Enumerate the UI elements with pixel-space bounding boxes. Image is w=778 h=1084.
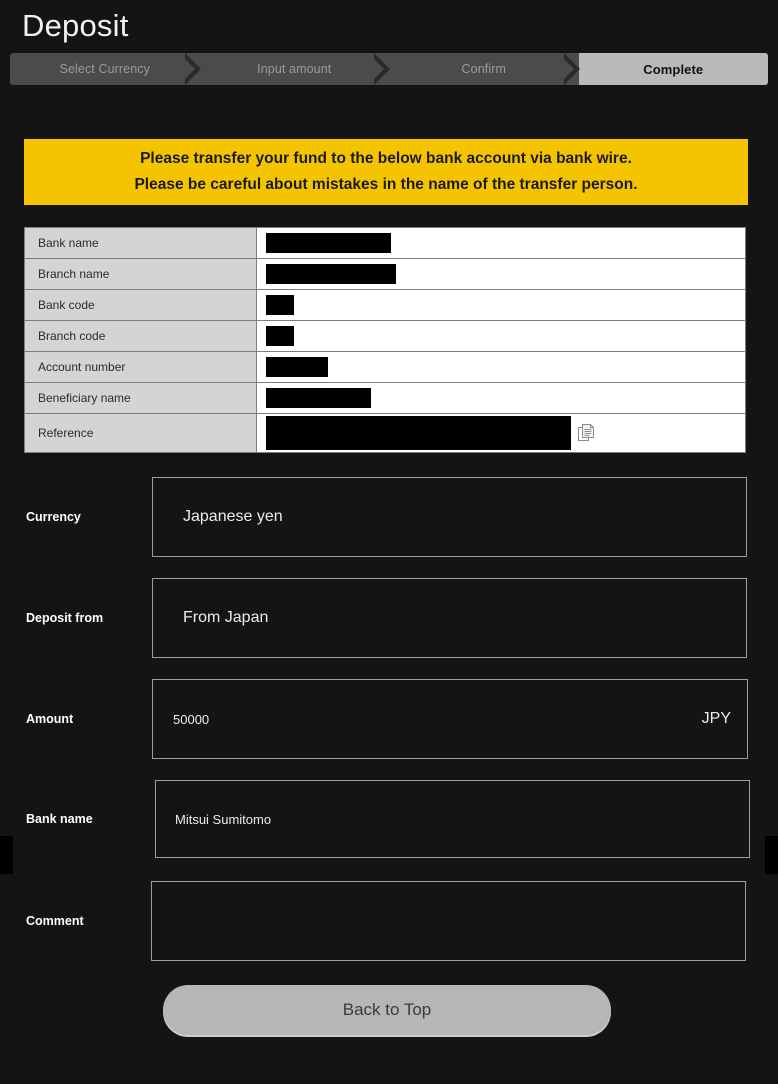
amount-currency-suffix: JPY (701, 710, 731, 727)
chevron-right-icon (184, 53, 201, 85)
amount-value: 50000 (173, 711, 210, 727)
beneficiary-name-value (256, 382, 746, 414)
deposit-from-value: From Japan (183, 609, 269, 626)
table-row: Branch code (24, 320, 746, 352)
bank-code-label: Bank code (24, 289, 257, 321)
amount-field[interactable]: 50000 JPY (152, 679, 748, 759)
beneficiary-name-label: Beneficiary name (24, 382, 257, 414)
currency-label: Currency (26, 510, 81, 524)
account-number-value (256, 351, 746, 383)
chevron-right-icon (563, 53, 580, 85)
deposit-from-field[interactable]: From Japan (152, 578, 747, 658)
notice-line-1: Please transfer your fund to the below b… (140, 150, 632, 167)
chevron-right-icon (374, 53, 390, 85)
step-label: Complete (643, 61, 704, 77)
amount-label: Amount (26, 712, 74, 726)
redacted-bar (266, 416, 571, 450)
currency-field[interactable]: Japanese yen (152, 477, 747, 557)
step-label: Confirm (461, 62, 506, 76)
redacted-bar (266, 388, 371, 408)
redacted-bar (266, 326, 294, 346)
branch-name-value (256, 258, 746, 290)
redacted-bar (266, 295, 294, 315)
table-row: Bank code (24, 289, 746, 321)
redacted-bar (266, 233, 391, 253)
back-to-top-button[interactable]: Back to Top (163, 985, 611, 1035)
field-row-currency: Currency Japanese yen (0, 477, 778, 557)
table-row: Beneficiary name (24, 382, 746, 414)
step-complete[interactable]: Complete (578, 53, 768, 85)
reference-label: Reference (24, 413, 257, 453)
field-row-amount: Amount 50000 JPY (0, 679, 778, 759)
redacted-bar-right-edge (765, 836, 778, 874)
bank-name-field[interactable]: Mitsui Sumitomo (155, 780, 750, 858)
step-input-amount[interactable]: Input amount (199, 53, 390, 85)
branch-name-label: Branch name (24, 258, 257, 290)
currency-value: Japanese yen (183, 508, 283, 525)
table-row: Account number (24, 351, 746, 383)
bank-code-value (256, 289, 746, 321)
bank-name-label: Bank name (24, 227, 257, 259)
field-row-bank-name: Bank name Mitsui Sumitomo (0, 780, 778, 858)
bank-name-value (256, 227, 746, 259)
step-select-currency[interactable]: Select Currency (10, 53, 201, 85)
page-title: Deposit (22, 8, 129, 43)
step-indicator: Select Currency Input amount Confirm Com… (10, 53, 768, 85)
field-row-comment: Comment (0, 881, 778, 961)
reference-value (256, 413, 746, 453)
transfer-notice-banner: Please transfer your fund to the below b… (24, 139, 748, 205)
branch-code-value (256, 320, 746, 352)
table-row: Branch name (24, 258, 746, 290)
branch-code-label: Branch code (24, 320, 257, 352)
account-number-label: Account number (24, 351, 257, 383)
redacted-bar (266, 357, 328, 377)
comment-field[interactable] (151, 881, 746, 961)
bank-name-field-value: Mitsui Sumitomo (175, 811, 272, 827)
redacted-bar (266, 264, 396, 284)
bank-details-table: Bank name Branch name Bank code Branch c… (24, 227, 746, 453)
step-confirm[interactable]: Confirm (389, 53, 580, 85)
table-row: Bank name (24, 227, 746, 259)
field-row-deposit-from: Deposit from From Japan (0, 578, 778, 658)
notice-line-2: Please be careful about mistakes in the … (134, 176, 638, 193)
table-row: Reference (24, 413, 746, 453)
copy-icon[interactable] (577, 423, 595, 443)
step-label: Select Currency (59, 62, 150, 76)
step-label: Input amount (257, 62, 332, 76)
deposit-from-label: Deposit from (26, 611, 104, 625)
redacted-bar-left-edge (0, 836, 13, 874)
bank-name-field-label: Bank name (26, 812, 93, 826)
comment-label: Comment (26, 914, 84, 928)
